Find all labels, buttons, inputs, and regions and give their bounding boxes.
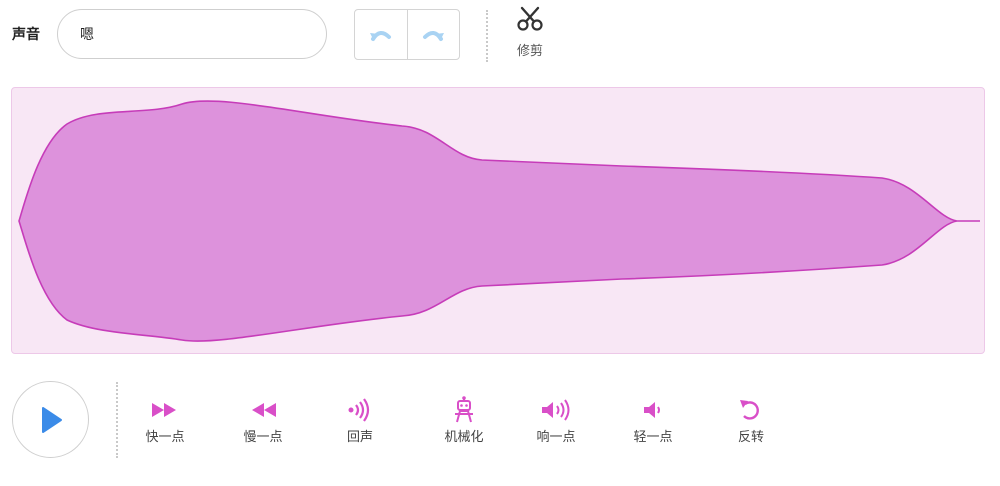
robot-icon <box>455 396 473 423</box>
redo-icon <box>423 30 445 41</box>
louder-button[interactable]: 响一点 <box>524 396 588 445</box>
reverse-button[interactable]: 反转 <box>719 396 783 445</box>
sound-name-input[interactable] <box>57 9 327 59</box>
trim-label: 修剪 <box>516 44 543 59</box>
echo-label: 回声 <box>346 430 373 445</box>
toolbar-divider <box>486 10 488 62</box>
play-button[interactable] <box>12 381 89 458</box>
faster-label: 快一点 <box>145 430 185 445</box>
sound-label: 声音 <box>12 27 40 43</box>
trim-button[interactable]: 修剪 <box>505 6 555 64</box>
toolbar: 声音 修剪 <box>0 0 1000 76</box>
louder-label: 响一点 <box>536 430 576 445</box>
echo-icon <box>348 398 370 422</box>
echo-button[interactable]: 回声 <box>328 396 392 445</box>
undo-button[interactable] <box>355 10 407 59</box>
waveform-panel[interactable] <box>11 87 985 354</box>
robot-button[interactable]: 机械化 <box>432 396 496 445</box>
redo-button[interactable] <box>406 10 460 59</box>
reverse-label: 反转 <box>737 430 764 445</box>
waveform-shape[interactable] <box>18 100 980 342</box>
robot-label: 机械化 <box>444 430 484 445</box>
fast-forward-icon <box>152 403 176 417</box>
softer-label: 轻一点 <box>633 430 673 445</box>
waveform <box>18 100 980 342</box>
undo-icon <box>369 30 391 41</box>
faster-button[interactable]: 快一点 <box>133 396 197 445</box>
scissors-icon <box>517 6 543 31</box>
louder-icon <box>542 399 570 421</box>
play-icon <box>41 406 62 433</box>
rewind-icon <box>252 403 276 417</box>
reverse-icon <box>740 400 759 420</box>
softer-button[interactable]: 轻一点 <box>621 396 685 445</box>
slower-label: 慢一点 <box>243 430 283 445</box>
slower-button[interactable]: 慢一点 <box>231 396 295 445</box>
softer-icon <box>644 402 660 418</box>
effects-divider <box>116 382 118 458</box>
undo-redo-group <box>354 9 460 60</box>
